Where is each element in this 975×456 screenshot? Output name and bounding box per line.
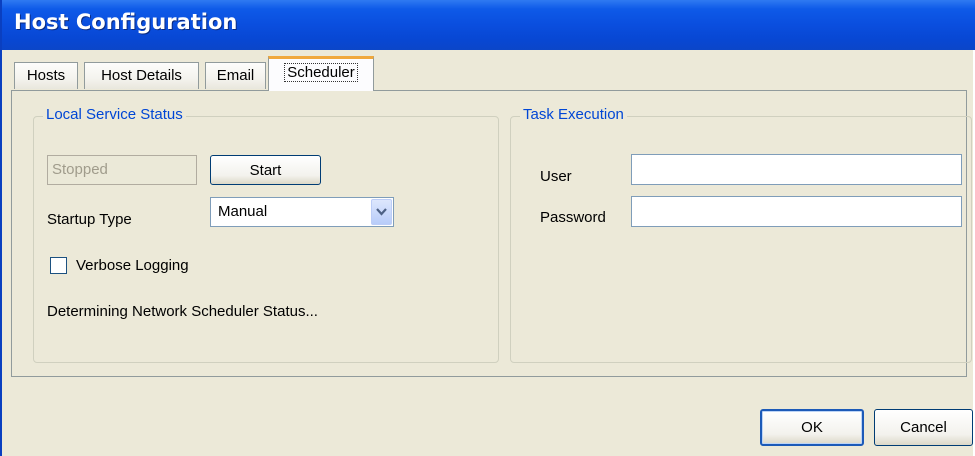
verbose-logging-label: Verbose Logging bbox=[76, 257, 189, 274]
startup-type-label: Startup Type bbox=[47, 211, 132, 228]
title-bar[interactable]: Host Configuration bbox=[2, 0, 975, 50]
cancel-button[interactable]: Cancel bbox=[874, 409, 973, 446]
tab-email[interactable]: Email bbox=[205, 62, 266, 89]
group-legend: Task Execution bbox=[520, 106, 627, 123]
tab-label: Scheduler bbox=[284, 63, 358, 82]
verbose-logging-checkbox[interactable] bbox=[50, 257, 67, 274]
tab-label: Hosts bbox=[26, 67, 66, 84]
host-configuration-window: Host Configuration Hosts Host Details Em… bbox=[0, 0, 975, 456]
start-button[interactable]: Start bbox=[210, 155, 321, 185]
local-service-status-group: Local Service Status bbox=[33, 106, 499, 363]
tab-host-details[interactable]: Host Details bbox=[84, 62, 199, 89]
password-label: Password bbox=[540, 209, 606, 226]
tab-label: Email bbox=[216, 67, 255, 84]
group-legend: Local Service Status bbox=[43, 106, 186, 123]
window-title: Host Configuration bbox=[14, 10, 238, 34]
user-label: User bbox=[540, 168, 572, 185]
scheduler-status-message: Determining Network Scheduler Status... bbox=[47, 303, 318, 320]
tab-label: Host Details bbox=[101, 67, 182, 84]
password-input[interactable] bbox=[631, 196, 962, 227]
tab-scheduler[interactable]: Scheduler bbox=[268, 56, 374, 91]
chevron-down-icon[interactable] bbox=[371, 199, 392, 225]
ok-button[interactable]: OK bbox=[760, 409, 864, 446]
startup-type-select[interactable]: Manual bbox=[210, 197, 394, 227]
tab-hosts[interactable]: Hosts bbox=[14, 62, 78, 89]
user-input[interactable] bbox=[631, 154, 962, 185]
startup-type-value: Manual bbox=[218, 203, 268, 220]
service-status-field: Stopped bbox=[47, 155, 197, 185]
